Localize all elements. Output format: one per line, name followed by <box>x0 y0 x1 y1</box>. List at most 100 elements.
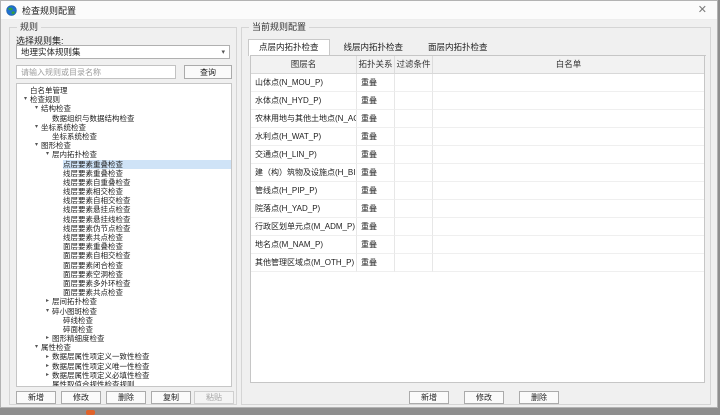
tree-item-label: 线层要素共点检查 <box>63 233 231 242</box>
expand-arrow-icon[interactable]: ▾ <box>32 104 41 113</box>
modify-button[interactable]: 修改 <box>61 391 101 404</box>
cell-layer-name: 其他管理区域点(M_OTH_P) <box>251 254 357 272</box>
tree-item-label: 属性检查 <box>41 343 231 352</box>
expand-arrow-icon[interactable]: ▾ <box>32 141 41 150</box>
tree-item[interactable]: 面层要素重叠检查 <box>17 242 231 251</box>
tree-item[interactable]: ▾检查规则 <box>17 95 231 104</box>
tree-item[interactable]: ▾碎小图斑检查 <box>17 307 231 316</box>
tree-item[interactable]: ▾属性检查 <box>17 343 231 352</box>
tree-item-label: 碎小图斑检查 <box>52 307 231 316</box>
cell-topology-relation: 重叠 <box>357 236 395 254</box>
tab-line-layer-topology[interactable]: 线层内拓扑检查 <box>333 39 415 55</box>
ruleset-selected-value: 地理实体规则集 <box>21 46 81 58</box>
table-row[interactable]: 其他管理区域点(M_OTH_P)重叠 <box>251 254 704 272</box>
tree-item[interactable]: 碎线检查 <box>17 316 231 325</box>
globe-app-icon <box>6 5 17 16</box>
tree-item-label: 线层要素伪节点检查 <box>63 224 231 233</box>
table-row[interactable]: 管线点(H_PIP_P)重叠 <box>251 182 704 200</box>
tree-item[interactable]: 线层要素重叠检查 <box>17 169 231 178</box>
expand-arrow-icon[interactable]: ▾ <box>21 95 30 104</box>
tree-item[interactable]: 面层要素闭合检查 <box>17 261 231 270</box>
tree-item[interactable]: 线层要素悬挂线检查 <box>17 215 231 224</box>
tree-item[interactable]: ▾图形检查 <box>17 141 231 150</box>
tree-item[interactable]: 线层要素共点检查 <box>17 233 231 242</box>
tree-item[interactable]: 面层要素自相交检查 <box>17 251 231 260</box>
tree-item[interactable]: ▸数据层属性项定义必填性检查 <box>17 371 231 380</box>
ruleset-select[interactable]: 地理实体规则集 ▾ <box>16 45 230 59</box>
cell-filter-condition <box>395 74 433 92</box>
tree-item[interactable]: 线层要素悬挂点检查 <box>17 205 231 214</box>
cell-filter-condition <box>395 254 433 272</box>
cell-topology-relation: 重叠 <box>357 200 395 218</box>
delete-button[interactable]: 删除 <box>106 391 146 404</box>
tree-item[interactable]: ▸层间拓扑检查 <box>17 297 231 306</box>
table-row[interactable]: 山体点(N_MOU_P)重叠 <box>251 74 704 92</box>
tree-item[interactable]: 点层要素重叠检查 <box>17 160 231 169</box>
tree-item-label: 属性取值合规性检查规则 <box>52 380 231 387</box>
tree-item[interactable]: 面层要素共点检查 <box>17 288 231 297</box>
search-input[interactable] <box>16 65 176 79</box>
tree-item[interactable]: 线层要素相交检查 <box>17 187 231 196</box>
cell-topology-relation: 重叠 <box>357 110 395 128</box>
tree-item[interactable]: 线层要素自重叠检查 <box>17 178 231 187</box>
expand-arrow-icon[interactable]: ▾ <box>32 343 41 352</box>
table-row[interactable]: 地名点(M_NAM_P)重叠 <box>251 236 704 254</box>
tree-item[interactable]: ▸数据层属性项定义一致性检查 <box>17 352 231 361</box>
table-row[interactable]: 建（构）筑物及设施点(H_BIU_P)重叠 <box>251 164 704 182</box>
current-rule-config-groupbox: 当前规则配置 点层内拓扑检查线层内拓扑检查面层内拓扑检查 图层名拓扑关系过滤条件… <box>241 27 711 405</box>
table-row[interactable]: 农林用地与其他土地点(N_AGR_P)重叠 <box>251 110 704 128</box>
tree-item[interactable]: 碎面检查 <box>17 325 231 334</box>
expand-arrow-icon[interactable]: ▾ <box>43 150 52 159</box>
tree-item[interactable]: ▸数据层属性项定义唯一性检查 <box>17 362 231 371</box>
tree-item[interactable]: 面层要素空洞检查 <box>17 270 231 279</box>
table-row[interactable]: 水利点(H_WAT_P)重叠 <box>251 128 704 146</box>
paste-button[interactable]: 粘贴 <box>194 391 234 404</box>
tree-item-label: 层间拓扑检查 <box>52 297 231 306</box>
cell-filter-condition <box>395 110 433 128</box>
table-row[interactable]: 院落点(H_YAD_P)重叠 <box>251 200 704 218</box>
tree-item[interactable]: ▸图形精细度检查 <box>17 334 231 343</box>
delete-rule-button[interactable]: 删除 <box>519 391 559 404</box>
table-row[interactable]: 水体点(N_HYD_P)重叠 <box>251 92 704 110</box>
add-button[interactable]: 新增 <box>16 391 56 404</box>
modify-rule-button[interactable]: 修改 <box>464 391 504 404</box>
cell-filter-condition <box>395 164 433 182</box>
tree-item[interactable]: 线层要素伪节点检查 <box>17 224 231 233</box>
tree-item[interactable]: ▾坐标系统检查 <box>17 123 231 132</box>
tree-item-label: 检查规则 <box>30 95 231 104</box>
tree-item[interactable]: 线层要素自相交检查 <box>17 196 231 205</box>
tree-item[interactable]: ▾层内拓扑检查 <box>17 150 231 159</box>
table-header-row: 图层名拓扑关系过滤条件白名单 <box>251 56 704 74</box>
tree-item-label: 碎线检查 <box>63 316 231 325</box>
collapse-arrow-icon[interactable]: ▸ <box>43 334 52 343</box>
tree-item[interactable]: 数据组织与数据结构检查 <box>17 114 231 123</box>
collapse-arrow-icon[interactable]: ▸ <box>43 362 52 371</box>
tree-item[interactable]: 白名单管理 <box>17 86 231 95</box>
tree-item[interactable]: 面层要素多外环检查 <box>17 279 231 288</box>
tab-polygon-layer-topology[interactable]: 面层内拓扑检查 <box>417 39 499 55</box>
expand-arrow-icon[interactable]: ▾ <box>43 307 52 316</box>
table-row[interactable]: 交通点(H_LIN_P)重叠 <box>251 146 704 164</box>
tree-item[interactable]: ▾结构检查 <box>17 104 231 113</box>
collapse-arrow-icon[interactable]: ▸ <box>43 371 52 380</box>
tree-item[interactable]: 坐标系统检查 <box>17 132 231 141</box>
tree-item-label: 图形检查 <box>41 141 231 150</box>
add-rule-button[interactable]: 新增 <box>409 391 449 404</box>
tree-item-label: 坐标系统检查 <box>52 132 231 141</box>
table-row[interactable]: 行政区划单元点(M_ADM_P)重叠 <box>251 218 704 236</box>
tree-item-label: 线层要素自相交检查 <box>63 196 231 205</box>
cell-whitelist <box>433 92 704 110</box>
tree-item-label: 数据组织与数据结构检查 <box>52 114 231 123</box>
close-icon[interactable]: ✕ <box>693 5 712 16</box>
tree-item[interactable]: 属性取值合规性检查规则 <box>17 380 231 387</box>
cell-topology-relation: 重叠 <box>357 146 395 164</box>
desktop-background-strip <box>0 408 720 415</box>
query-button[interactable]: 查询 <box>184 65 232 79</box>
cell-whitelist <box>433 146 704 164</box>
copy-button[interactable]: 复制 <box>151 391 191 404</box>
expand-arrow-icon[interactable]: ▾ <box>32 123 41 132</box>
tab-point-layer-topology[interactable]: 点层内拓扑检查 <box>248 39 330 56</box>
collapse-arrow-icon[interactable]: ▸ <box>43 297 52 306</box>
tree-item-label: 线层要素重叠检查 <box>63 169 231 178</box>
collapse-arrow-icon[interactable]: ▸ <box>43 353 52 362</box>
